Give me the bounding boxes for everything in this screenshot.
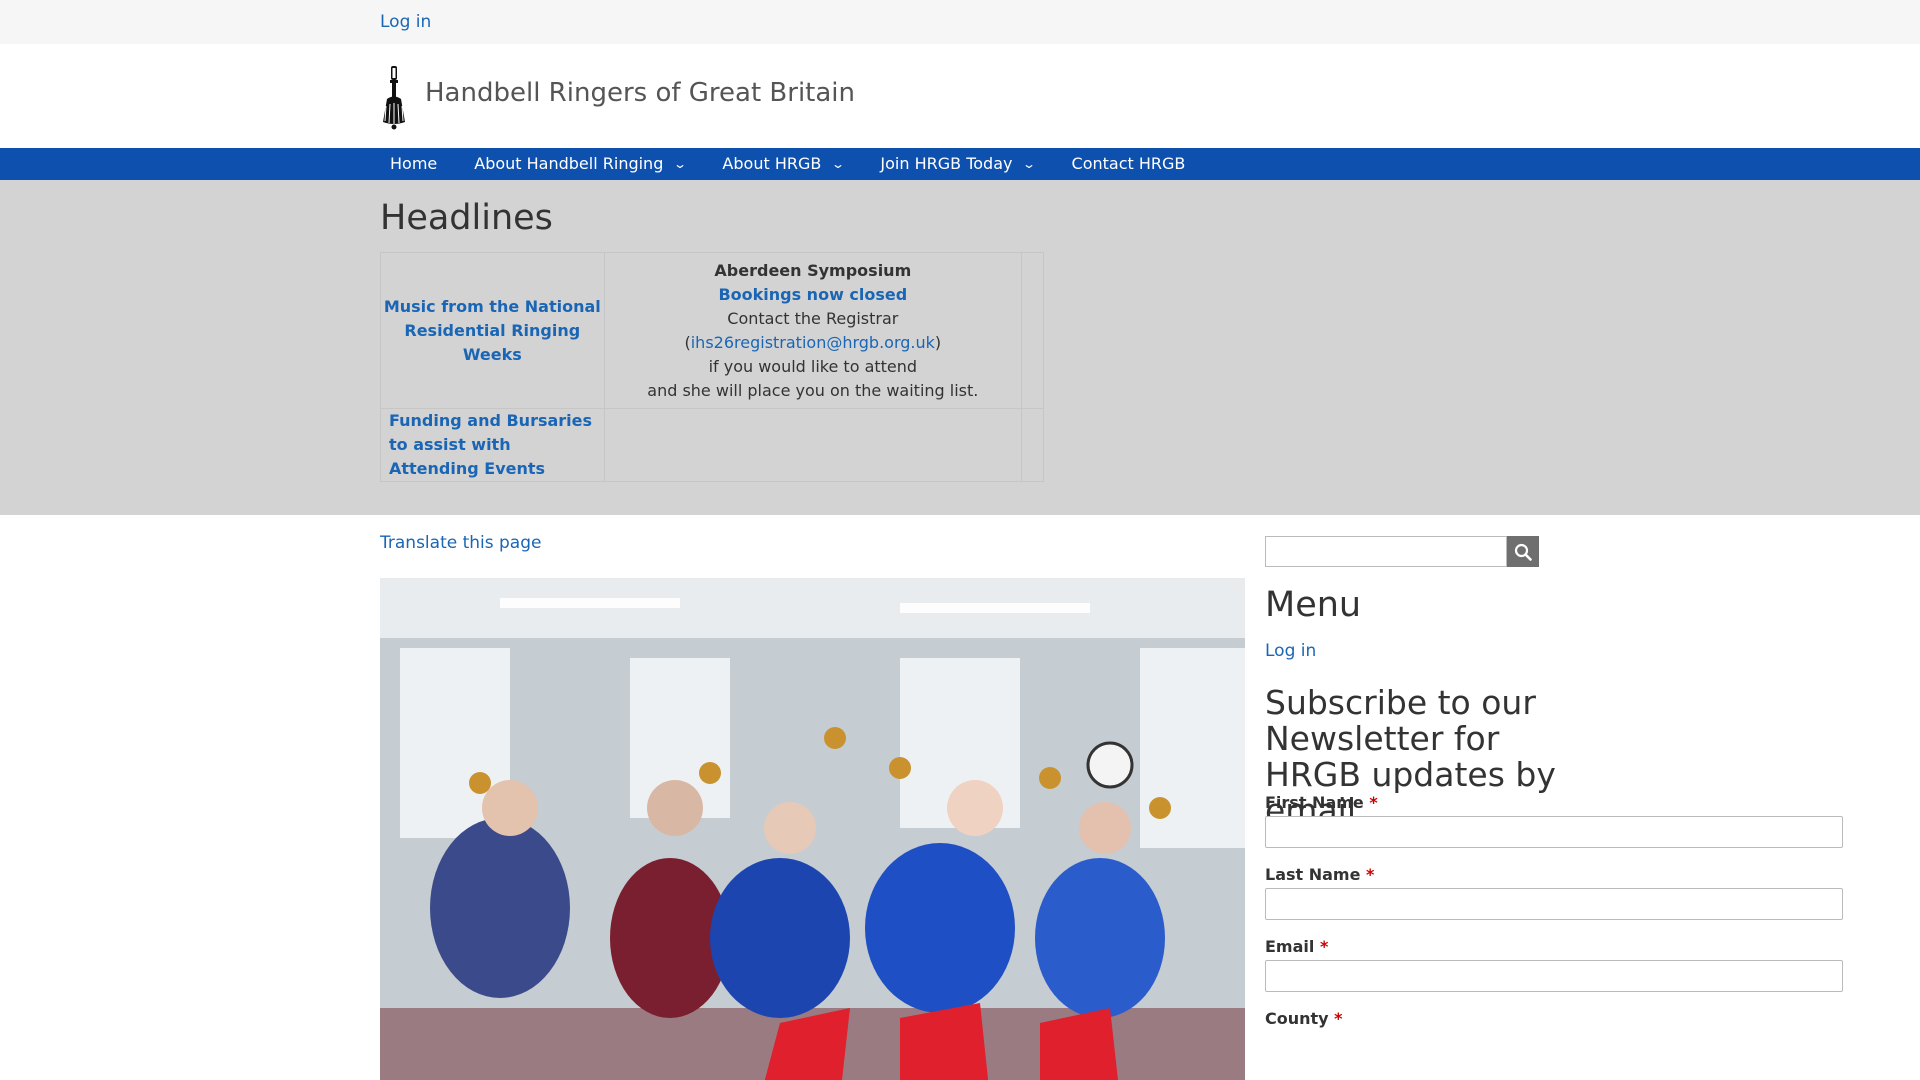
search-input[interactable] xyxy=(1265,536,1507,567)
headlines-title: Headlines xyxy=(380,198,553,238)
contact-suffix: ) xyxy=(934,332,942,352)
translate-link[interactable]: Translate this page xyxy=(380,533,541,553)
menu-title: Menu xyxy=(1265,585,1362,625)
chevron-down-icon[interactable]: ⌄ xyxy=(831,148,845,180)
last-name-label: Last Name * xyxy=(1265,865,1374,884)
contact-line: Contact the Registrar (ihs26registration… xyxy=(605,307,1021,355)
chevron-down-icon[interactable]: ⌄ xyxy=(1022,148,1036,180)
main-content: Translate this page Menu Log in Subscrib… xyxy=(0,515,1920,1080)
table-cell xyxy=(603,408,1023,482)
nav-item-label: About Handbell Ringing xyxy=(474,154,664,173)
bookings-link[interactable]: Bookings now closed xyxy=(718,285,907,304)
first-name-field[interactable] xyxy=(1265,816,1843,848)
nav-item-home[interactable]: Home xyxy=(380,148,447,180)
table-cell xyxy=(1021,408,1044,482)
search-form xyxy=(1265,536,1539,567)
nav-item-label: Home xyxy=(390,154,438,173)
funding-link[interactable]: Funding and Bursaries to assist with Att… xyxy=(389,411,592,478)
table-cell xyxy=(1021,252,1044,409)
table-row: Funding and Bursaries to assist with Att… xyxy=(380,408,1044,482)
field-label-text: First Name xyxy=(1265,793,1364,812)
nav-item-label: Contact HRGB xyxy=(1071,154,1186,173)
table-cell: Music from the National Residential Ring… xyxy=(380,252,605,409)
ringers-photo-illustration xyxy=(380,578,1245,1080)
field-label-text: Email xyxy=(1265,937,1315,956)
search-button[interactable] xyxy=(1507,536,1539,567)
county-label: County * xyxy=(1265,1009,1343,1028)
handbell-icon[interactable] xyxy=(378,64,410,130)
first-name-label: First Name * xyxy=(1265,793,1378,812)
registrar-email-link[interactable]: ihs26registration@hrgb.org.uk xyxy=(691,333,935,352)
nav-item-about-handbell-ringing[interactable]: About Handbell Ringing ⌄ xyxy=(464,148,695,180)
last-name-field[interactable] xyxy=(1265,888,1843,920)
required-mark: * xyxy=(1366,865,1375,884)
attend-line: if you would like to attend xyxy=(708,356,918,376)
search-icon xyxy=(1514,543,1532,561)
field-label-text: Last Name xyxy=(1265,865,1361,884)
nav-item-label: Join HRGB Today xyxy=(880,154,1013,173)
table-row: Music from the National Residential Ring… xyxy=(380,252,1044,409)
top-login-link[interactable]: Log in xyxy=(380,12,431,32)
table-cell: Aberdeen Symposium Bookings now closed C… xyxy=(603,252,1023,409)
top-bar: Log in xyxy=(0,0,1920,44)
nav-item-label: About HRGB xyxy=(722,154,822,173)
field-label-text: County xyxy=(1265,1009,1329,1028)
site-name[interactable]: Handbell Ringers of Great Britain xyxy=(425,78,855,108)
music-link[interactable]: Music from the National Residential Ring… xyxy=(384,297,601,364)
required-mark: * xyxy=(1369,793,1378,812)
chevron-down-icon[interactable]: ⌄ xyxy=(673,148,687,180)
headlines-section: Headlines Music from the National Reside… xyxy=(0,180,1920,515)
site-header: Handbell Ringers of Great Britain xyxy=(0,44,1920,148)
table-cell: Funding and Bursaries to assist with Att… xyxy=(380,408,605,482)
required-mark: * xyxy=(1334,1009,1343,1028)
nav-item-contact-hrgb[interactable]: Contact HRGB xyxy=(1062,148,1196,180)
required-mark: * xyxy=(1319,937,1329,956)
symposium-title: Aberdeen Symposium xyxy=(714,260,912,280)
nav-item-about-hrgb[interactable]: About HRGB ⌄ xyxy=(712,148,853,180)
ringers-photo xyxy=(380,578,1245,1080)
email-label: Email * xyxy=(1265,937,1328,956)
menu-login-link[interactable]: Log in xyxy=(1265,641,1316,661)
main-nav: Home About Handbell Ringing ⌄ About HRGB… xyxy=(0,148,1920,180)
waiting-line: and she will place you on the waiting li… xyxy=(647,380,979,400)
nav-item-join-hrgb-today[interactable]: Join HRGB Today ⌄ xyxy=(870,148,1044,180)
headlines-table: Music from the National Residential Ring… xyxy=(380,252,1044,482)
email-field[interactable] xyxy=(1265,960,1843,992)
